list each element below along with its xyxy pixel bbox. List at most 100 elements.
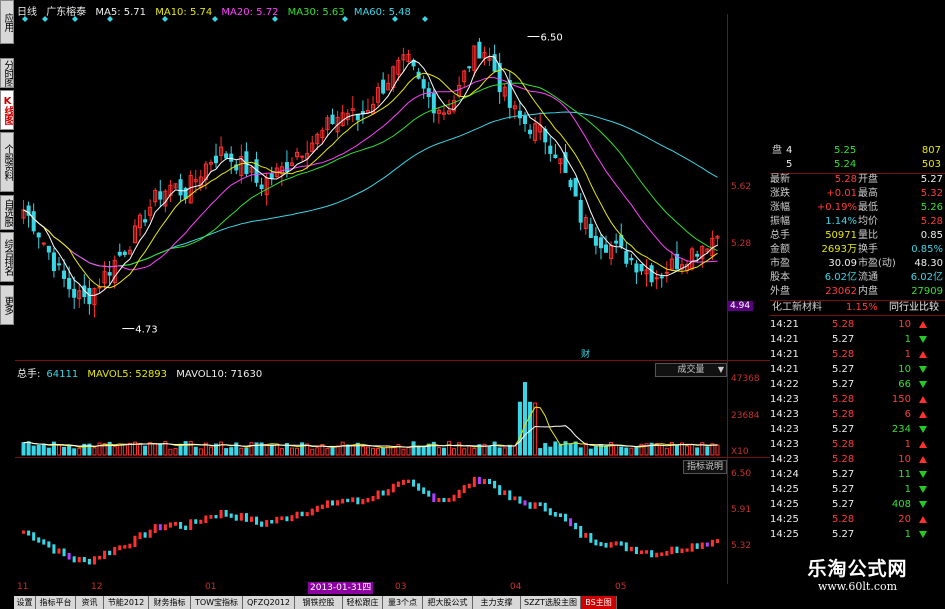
indicator-bar bbox=[629, 546, 633, 552]
tick-volume: 11 bbox=[898, 469, 911, 480]
volume-bar bbox=[614, 444, 619, 456]
bottom-tab-9[interactable]: 量3个点 bbox=[383, 596, 423, 609]
bottom-tab-1[interactable]: 指标平台 bbox=[36, 596, 76, 609]
volume-bar bbox=[446, 441, 452, 456]
candle-body bbox=[300, 155, 305, 158]
left-tab-0[interactable]: 应用 bbox=[0, 0, 14, 44]
quote-panel: 盘 4 5.25 807 5 5.24 503 最新 5.28 开盘 5.27 涨跌 +0.01 最高 5.… bbox=[770, 0, 945, 590]
watermark-title: 乐淘公式网 bbox=[807, 558, 908, 580]
industry-change: 1.15% bbox=[846, 302, 878, 313]
stat-value: 1.14% bbox=[825, 216, 857, 227]
bottom-tab-4[interactable]: 财务指标 bbox=[149, 596, 191, 609]
event-diamond-icon bbox=[107, 16, 113, 22]
bottom-tab-2[interactable]: 资讯 bbox=[76, 596, 104, 609]
indicator-bar bbox=[108, 550, 112, 556]
indicator-bar bbox=[381, 490, 385, 496]
tick-row: 14:25 5.27 408 bbox=[770, 498, 945, 512]
stat-label: 市盈(动) bbox=[858, 258, 896, 269]
chart-area[interactable]: 日线 广东榕泰 MA5: 5.71 MA10: 5.74 MA20: 5.72 … bbox=[15, 0, 770, 590]
indicator-bar bbox=[346, 498, 350, 503]
indicator-help-button[interactable]: 指标说明 bbox=[683, 460, 727, 474]
stat-label: 涨跌 bbox=[770, 188, 790, 199]
volume-bar bbox=[36, 444, 41, 456]
candle-body bbox=[522, 115, 528, 124]
left-tab-6[interactable]: 更多 bbox=[0, 285, 14, 325]
stat-label: 量比 bbox=[858, 230, 878, 241]
indicator-bar bbox=[173, 521, 178, 526]
indicator-bar bbox=[634, 546, 638, 555]
indicator-bar bbox=[143, 532, 147, 538]
indicator-bar bbox=[710, 539, 714, 547]
bottom-tab-13[interactable]: BS主图 bbox=[581, 596, 617, 609]
indicator-bar bbox=[52, 544, 56, 554]
left-tab-2[interactable]: K线图 bbox=[0, 90, 14, 130]
tick-time: 14:23 bbox=[770, 439, 799, 450]
candle-body bbox=[588, 223, 593, 238]
orderbook-price: 5.25 bbox=[834, 145, 857, 156]
indicator-bar bbox=[406, 479, 411, 484]
volume-bar bbox=[401, 448, 406, 456]
indicator-bar bbox=[498, 485, 502, 496]
bottom-tab-0[interactable]: 设置 bbox=[14, 596, 36, 609]
tick-volume: 10 bbox=[898, 454, 911, 465]
stat-value: 0.85 bbox=[920, 230, 943, 241]
candle-body bbox=[229, 153, 234, 162]
bottom-tab-6[interactable]: QFZQ2012 bbox=[243, 596, 295, 609]
date-label: 01 bbox=[205, 582, 217, 592]
stat-label: 换手 bbox=[858, 244, 878, 255]
candle-body bbox=[467, 66, 472, 69]
stat-value: 2693万 bbox=[821, 244, 857, 255]
tick-row: 14:23 5.28 10 bbox=[770, 453, 945, 467]
indicator-bar bbox=[589, 533, 593, 543]
orderbook-level: 5 bbox=[786, 159, 793, 170]
left-tab-4[interactable]: 自选股 bbox=[0, 195, 14, 230]
indicator-bar bbox=[32, 532, 36, 541]
bottom-tab-10[interactable]: 把大股公式 bbox=[423, 596, 473, 609]
volume-indicator-separator bbox=[15, 457, 770, 458]
candle-body bbox=[517, 110, 522, 119]
tick-row: 14:23 5.28 6 bbox=[770, 408, 945, 422]
volume-bar bbox=[690, 444, 695, 456]
indicator-bar bbox=[351, 497, 355, 503]
stat-value: 0.85% bbox=[911, 244, 943, 255]
bottom-tab-12[interactable]: SZZT选股主图 bbox=[521, 596, 581, 609]
volume-bar bbox=[188, 441, 193, 456]
stat-value: 5.28 bbox=[920, 216, 943, 227]
bottom-tab-11[interactable]: 主力支撑 bbox=[473, 596, 521, 609]
bottom-tab-5[interactable]: TOW宝指标 bbox=[191, 596, 243, 609]
volume-bar bbox=[411, 441, 416, 456]
down-arrow-icon bbox=[919, 486, 927, 493]
orderbook-volume: 807 bbox=[921, 145, 941, 156]
indicator-bar bbox=[82, 556, 86, 563]
bottom-tab-3[interactable]: 节能2012 bbox=[104, 596, 149, 609]
stat-label: 流通 bbox=[858, 272, 878, 283]
watermark-url: www.60lt.com bbox=[817, 580, 898, 593]
indicator-bar bbox=[690, 543, 694, 552]
indicator-bar bbox=[305, 512, 309, 517]
left-tab-3[interactable]: 个股资料 bbox=[0, 132, 14, 192]
indicator-bar bbox=[285, 516, 289, 522]
ma-line-5 bbox=[23, 55, 718, 296]
volume-indicator-select[interactable]: 成交量 ▼ bbox=[655, 363, 727, 377]
ma-line-60 bbox=[23, 111, 718, 268]
left-tab-1[interactable]: 分时图 bbox=[0, 58, 14, 88]
volume-bar bbox=[538, 448, 543, 456]
bottom-tab-8[interactable]: 轻松跟庄 bbox=[343, 596, 383, 609]
volume-bar bbox=[685, 445, 690, 456]
volume-bar bbox=[345, 444, 350, 456]
indicator-bar bbox=[194, 519, 198, 524]
industry-bar[interactable]: 化工新材料 1.15% 同行业比较 bbox=[770, 300, 945, 316]
volume-bar bbox=[624, 447, 629, 456]
indicator-bar bbox=[417, 483, 421, 491]
left-tab-5[interactable]: 综合排名 bbox=[0, 232, 14, 282]
bottom-tab-7[interactable]: 钢铁控股 bbox=[295, 596, 343, 609]
indicator-bar bbox=[447, 498, 451, 503]
volume-bar bbox=[558, 443, 563, 456]
price-candlestick-chart[interactable]: 6.50 4.73 财 bbox=[15, 0, 770, 590]
event-diamond-icon bbox=[342, 16, 348, 22]
tick-time: 14:21 bbox=[770, 334, 799, 345]
tick-row: 14:21 5.28 1 bbox=[770, 348, 945, 362]
candle-body bbox=[568, 179, 573, 188]
indicator-bar bbox=[330, 500, 335, 506]
tick-price: 5.27 bbox=[832, 424, 855, 435]
